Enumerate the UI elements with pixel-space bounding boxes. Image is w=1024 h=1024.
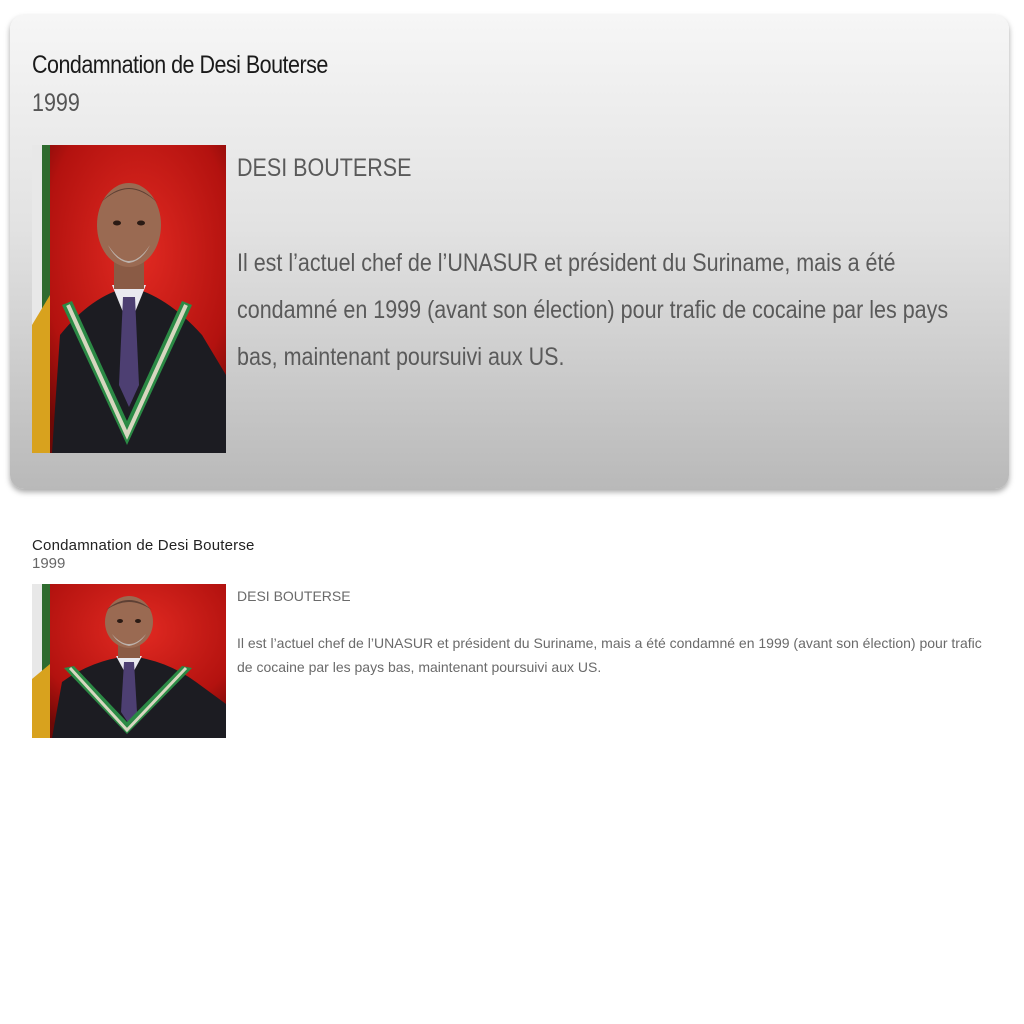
event-description: Il est l’actuel chef de l’UNASUR et prés… [237, 249, 949, 371]
event-title: Condamnation de Desi Bouterse [32, 537, 255, 554]
event-card-expanded[interactable]: Condamnation de Desi Bouterse 1999 DESI … [10, 15, 1009, 489]
event-year: 1999 [32, 555, 66, 572]
event-title: Condamnation de Desi Bouterse [32, 51, 328, 79]
person-name: DESI BOUTERSE [237, 154, 412, 182]
event-description: Il est l’actuel chef de l’UNASUR et prés… [237, 635, 982, 675]
portrait-photo [32, 584, 226, 738]
portrait-photo [32, 145, 226, 453]
person-name: DESI BOUTERSE [237, 588, 351, 604]
event-year: 1999 [32, 89, 80, 117]
